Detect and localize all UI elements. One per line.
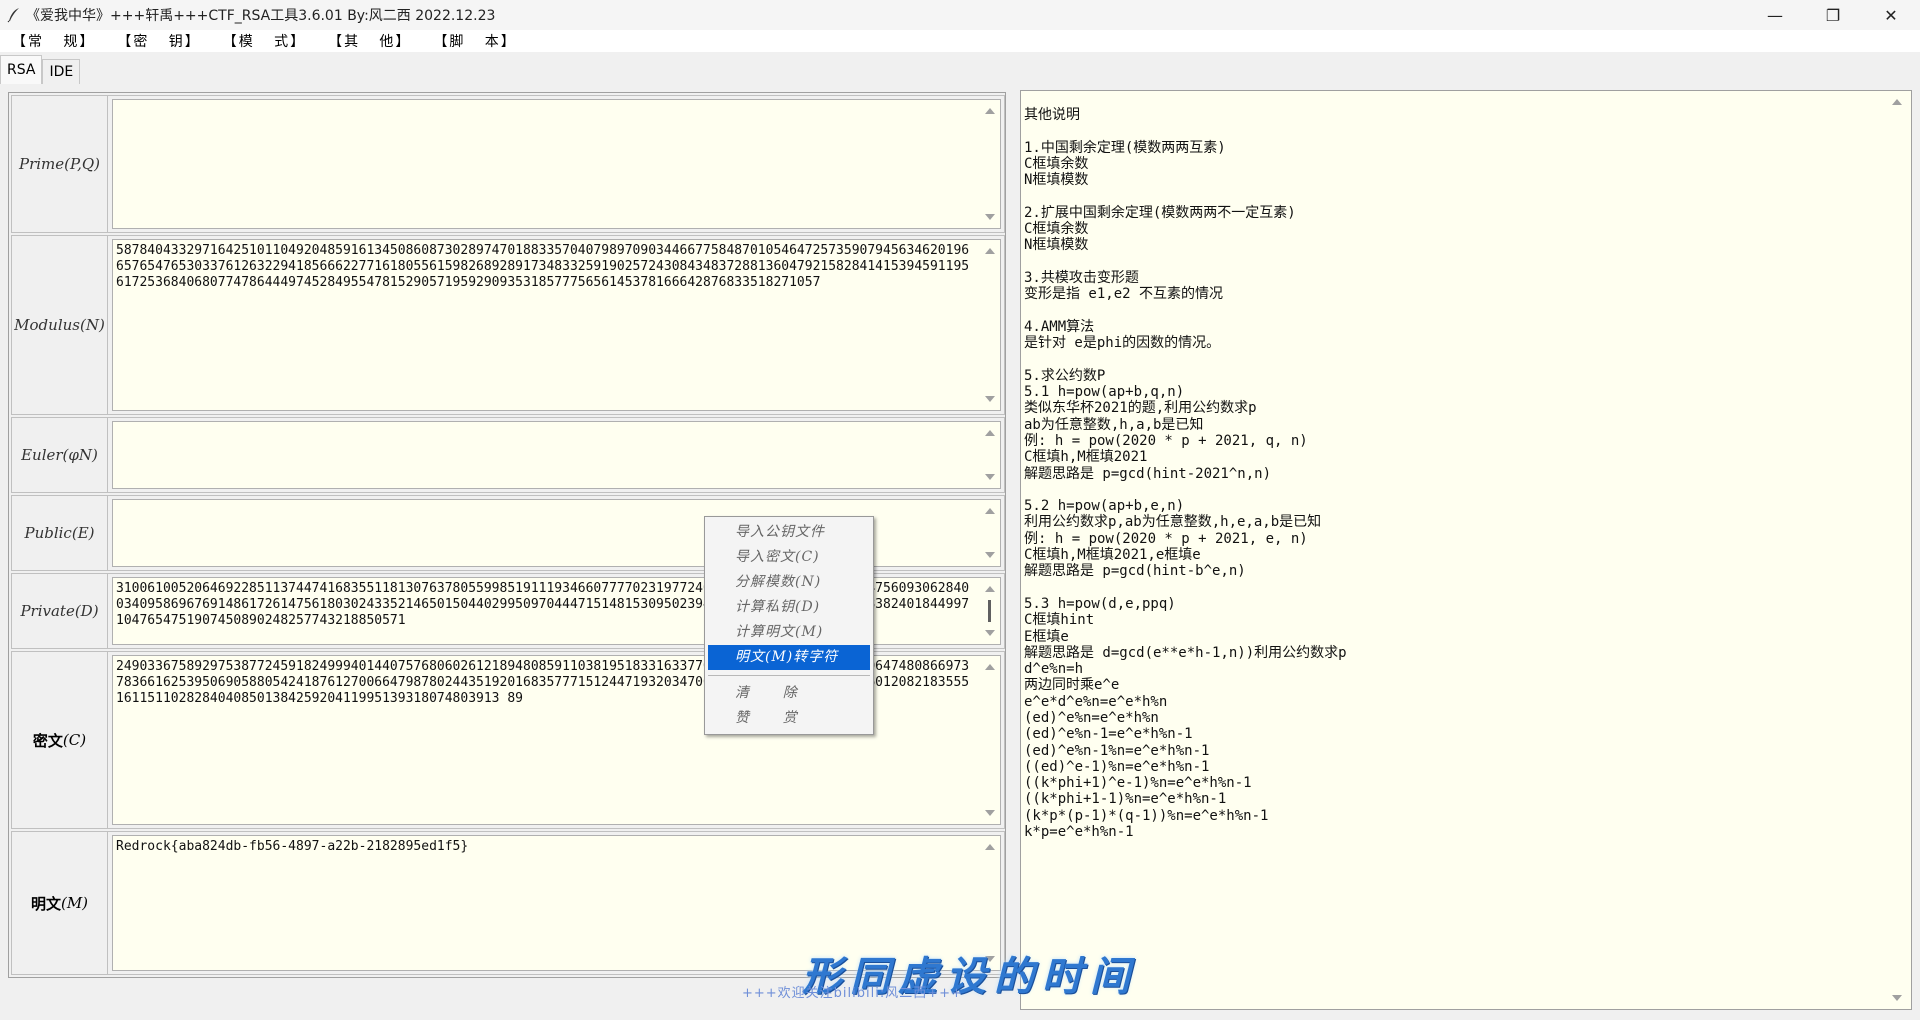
ctx-clear[interactable]: 清 除	[705, 681, 873, 706]
euler-scrollbar[interactable]	[980, 422, 1000, 488]
ctx-import-cipher[interactable]: 导入密文(C)	[705, 545, 873, 570]
scroll-up-icon[interactable]	[985, 508, 995, 514]
ctx-factor-modulus[interactable]: 分解模数(N)	[705, 570, 873, 595]
menu-general[interactable]: 【常 规】	[12, 31, 95, 51]
feather-icon	[7, 8, 19, 23]
scroll-up-icon[interactable]	[985, 586, 995, 592]
private-label: Private(D)	[12, 574, 108, 648]
ctx-donate[interactable]: 赞 赏	[705, 706, 873, 731]
window-title: 《爱我中华》+++轩禹+++CTF_RSA工具3.6.01 By:风二西 202…	[26, 8, 496, 24]
menu-bar: 【常 规】 【密 钥】 【模 式】 【其 他】 【脚 本】	[0, 30, 1920, 52]
scroll-down-icon[interactable]	[985, 474, 995, 480]
plain-label: 明文 (M)	[12, 832, 108, 974]
ctx-import-public-key[interactable]: 导入公钥文件	[705, 520, 873, 545]
euler-row: Euler(φN)	[11, 417, 1005, 493]
ctx-compute-private-key[interactable]: 计算私钥(D)	[705, 595, 873, 620]
plain-value: Redrock{aba824db-fb56-4897-a22b-2182895e…	[116, 839, 469, 854]
ctx-compute-plaintext[interactable]: 计算明文(M)	[705, 620, 873, 645]
maximize-button[interactable]: ❐	[1804, 0, 1862, 30]
menu-script[interactable]: 【脚 本】	[433, 31, 516, 51]
notes-scrollbar[interactable]	[1887, 91, 1911, 1009]
notes-panel[interactable]: 其他说明 1.中国剩余定理(模数两两互素) C框填余数 N框填模数 2.扩展中国…	[1020, 90, 1912, 1010]
modulus-input[interactable]: 5878404332971642510110492048591613450860…	[112, 239, 1001, 411]
prime-input[interactable]	[112, 99, 1001, 229]
cipher-label-suffix: (C)	[62, 731, 87, 749]
ctx-separator	[708, 675, 870, 676]
ctx-plaintext-to-string[interactable]: 明文(M)转字符	[708, 645, 870, 670]
context-menu: 导入公钥文件 导入密文(C) 分解模数(N) 计算私钥(D) 计算明文(M) 明…	[704, 516, 874, 735]
modulus-label: Modulus(N)	[12, 236, 108, 414]
private-scroll-thumb[interactable]	[988, 600, 991, 622]
scroll-down-icon[interactable]	[985, 630, 995, 636]
title-bar: 《爱我中华》+++轩禹+++CTF_RSA工具3.6.01 By:风二西 202…	[0, 0, 1920, 30]
scroll-down-icon[interactable]	[985, 810, 995, 816]
plain-label-main: 明文	[30, 894, 61, 913]
public-label: Public(E)	[12, 496, 108, 570]
private-scrollbar[interactable]	[980, 578, 1000, 644]
tab-ide[interactable]: IDE	[42, 59, 81, 84]
tab-rsa[interactable]: RSA	[0, 55, 43, 84]
modulus-row: Modulus(N) 58784043329716425101104920485…	[11, 235, 1005, 415]
window-controls: — ❐ ✕	[1746, 0, 1920, 30]
prime-label: Prime(P,Q)	[12, 96, 108, 232]
scroll-down-icon[interactable]	[985, 552, 995, 558]
scroll-down-icon[interactable]	[985, 214, 995, 220]
cipher-label: 密文 (C)	[12, 652, 108, 828]
prime-scrollbar[interactable]	[980, 100, 1000, 228]
notes-text: 其他说明 1.中国剩余定理(模数两两互素) C框填余数 N框填模数 2.扩展中国…	[1024, 107, 1347, 841]
scroll-down-icon[interactable]	[985, 396, 995, 402]
cipher-label-main: 密文	[32, 731, 63, 750]
scroll-up-icon[interactable]	[985, 108, 995, 114]
prime-row: Prime(P,Q)	[11, 95, 1005, 233]
modulus-scrollbar[interactable]	[980, 240, 1000, 410]
modulus-value: 5878404332971642510110492048591613450860…	[116, 243, 970, 290]
scroll-up-icon[interactable]	[985, 664, 995, 670]
menu-mode[interactable]: 【模 式】	[223, 31, 306, 51]
euler-input[interactable]	[112, 421, 1001, 489]
cipher-scrollbar[interactable]	[980, 656, 1000, 824]
watermark-subtitle: +++欢迎关注bilibili:风二西+++	[742, 986, 963, 1001]
scroll-up-icon[interactable]	[985, 430, 995, 436]
close-button[interactable]: ✕	[1862, 0, 1920, 30]
tab-bar: RSA IDE	[0, 54, 81, 84]
public-scrollbar[interactable]	[980, 500, 1000, 566]
menu-other[interactable]: 【其 他】	[328, 31, 411, 51]
scroll-up-icon[interactable]	[985, 248, 995, 254]
menu-keys[interactable]: 【密 钥】	[117, 31, 200, 51]
scroll-up-icon[interactable]	[985, 844, 995, 850]
scroll-down-icon[interactable]	[1892, 995, 1902, 1001]
plain-label-suffix: (M)	[60, 894, 89, 912]
scroll-up-icon[interactable]	[1892, 99, 1902, 105]
minimize-button[interactable]: —	[1746, 0, 1804, 30]
euler-label: Euler(φN)	[12, 418, 108, 492]
